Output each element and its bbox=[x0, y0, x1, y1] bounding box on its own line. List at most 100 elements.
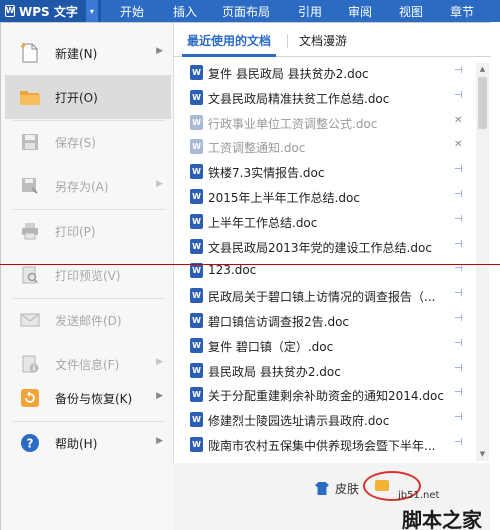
recent-file-row[interactable]: W 修建烈士陵园选址请示县政府.doc ⊣ bbox=[174, 407, 474, 432]
scroll-up-icon[interactable]: ▲ bbox=[476, 63, 489, 76]
menu-item-label: 帮助(H) bbox=[55, 436, 98, 451]
menu-item-label: 发送邮件(D) bbox=[55, 313, 122, 328]
chevron-down-icon[interactable]: ▾ bbox=[85, 0, 98, 22]
watermark-url: jb51.net bbox=[398, 490, 440, 501]
recent-list-scrollbar[interactable]: ▲ ▼ bbox=[476, 63, 489, 461]
info-icon bbox=[19, 353, 41, 375]
menu-bar: W WPS 文字 ▾ 开始 插入 页面布局 引用 审阅 视图 章节 bbox=[0, 0, 500, 22]
pin-icon[interactable]: ⊣ bbox=[454, 338, 463, 349]
pin-icon[interactable]: ⊣ bbox=[454, 313, 463, 324]
menu-item-label: 新建(N) bbox=[55, 46, 98, 61]
menu-item-label: 文件信息(F) bbox=[55, 357, 120, 372]
file-menu-panel: 新建(N) ▶ 打开(O) 保存(S) 另存为(A) ▶ 打印(P) 打印预览(… bbox=[0, 22, 491, 530]
recent-file-row[interactable]: W 文县民政局精准扶贫工作总结.doc ⊣ bbox=[174, 85, 474, 110]
pin-icon[interactable]: ⊣ bbox=[454, 288, 463, 299]
pin-icon[interactable]: ⊣ bbox=[454, 90, 463, 101]
word-document-icon: W bbox=[190, 189, 203, 204]
print-preview-icon bbox=[19, 264, 41, 286]
word-document-icon: W bbox=[190, 437, 203, 452]
pin-icon[interactable]: ⊣ bbox=[454, 214, 463, 225]
word-document-icon: W bbox=[190, 89, 203, 105]
menu-item-help[interactable]: ? 帮助(H) ▶ bbox=[5, 421, 171, 465]
word-document-icon: W bbox=[190, 213, 203, 229]
skin-label: 皮肤 bbox=[335, 482, 360, 496]
word-document-icon: W bbox=[190, 288, 203, 304]
chevron-right-icon: ▶ bbox=[156, 391, 163, 401]
recent-file-name: 县民政局 县扶贫办2.doc bbox=[208, 364, 341, 379]
pin-icon[interactable]: ⊣ bbox=[454, 65, 463, 76]
word-document-icon: W bbox=[190, 164, 203, 180]
word-document-icon: W bbox=[190, 387, 203, 403]
tab-divider bbox=[287, 34, 288, 48]
recent-file-name: 123.doc bbox=[208, 263, 257, 278]
skin-button[interactable]: 皮肤 bbox=[315, 480, 359, 497]
save-as-icon bbox=[19, 175, 41, 197]
pin-icon[interactable]: ⊣ bbox=[454, 263, 463, 274]
menu-item-print[interactable]: 打印(P) bbox=[5, 209, 171, 253]
remove-icon[interactable]: ✕ bbox=[454, 115, 462, 126]
recent-file-row[interactable]: W 2015年上半年工作总结.doc ⊣ bbox=[174, 184, 474, 209]
menu-item-save[interactable]: 保存(S) bbox=[5, 120, 171, 164]
tab-sections[interactable]: 章节 bbox=[450, 0, 474, 22]
recent-file-row[interactable]: W 工资调整通知.doc ✕ bbox=[174, 134, 474, 159]
pin-icon[interactable]: ⊣ bbox=[454, 189, 463, 200]
tab-page-layout[interactable]: 页面布局 bbox=[222, 0, 270, 22]
remove-icon[interactable]: ✕ bbox=[454, 139, 462, 150]
word-document-icon: W bbox=[190, 139, 203, 155]
pin-icon[interactable]: ⊣ bbox=[454, 437, 463, 448]
menu-item-save-as[interactable]: 另存为(A) ▶ bbox=[5, 164, 171, 208]
recent-file-row[interactable]: W 复件 碧口镇（定）.doc ⊣ bbox=[174, 333, 474, 358]
recent-file-row[interactable]: W 关于分配重建剩余补助资金的通知2014.doc ⊣ bbox=[174, 382, 474, 407]
recent-file-row[interactable]: W 复件 县民政局 县扶贫办2.doc ⊣ bbox=[174, 60, 474, 85]
recent-file-row[interactable]: W 123.doc ⊣ bbox=[174, 258, 474, 283]
recent-tabs: 最近使用的文档 文档漫游 bbox=[174, 23, 491, 57]
tab-review[interactable]: 审阅 bbox=[348, 0, 372, 22]
menu-item-send-mail[interactable]: 发送邮件(D) bbox=[5, 298, 171, 342]
word-document-icon: W bbox=[190, 412, 203, 428]
recent-file-name: 工资调整通知.doc bbox=[208, 141, 306, 156]
word-document-icon: W bbox=[190, 362, 203, 378]
tab-view[interactable]: 视图 bbox=[399, 0, 423, 22]
pin-icon[interactable]: ⊣ bbox=[454, 164, 463, 175]
menu-item-label: 打开(O) bbox=[55, 90, 98, 105]
recent-file-name: 民政局关于碧口镇上访情况的调查报告（... bbox=[208, 290, 436, 305]
recent-file-name: 2015年上半年工作总结.doc bbox=[208, 191, 360, 205]
recent-file-name: 文县民政局精准扶贫工作总结.doc bbox=[208, 91, 390, 106]
pin-icon[interactable]: ⊣ bbox=[454, 363, 463, 374]
menu-item-new[interactable]: 新建(N) ▶ bbox=[5, 31, 171, 75]
menu-item-label: 打印预览(V) bbox=[55, 268, 121, 283]
menu-item-open[interactable]: 打开(O) bbox=[5, 75, 171, 119]
tab-recent-documents[interactable]: 最近使用的文档 bbox=[187, 32, 271, 49]
recent-file-name: 复件 县民政局 县扶贫办2.doc bbox=[208, 67, 369, 81]
scrollbar-thumb[interactable] bbox=[478, 77, 487, 129]
pin-icon[interactable]: ⊣ bbox=[454, 387, 463, 398]
menu-item-label: 打印(P) bbox=[55, 224, 96, 239]
svg-text:?: ? bbox=[27, 437, 34, 451]
recent-file-row[interactable]: W 民政局关于碧口镇上访情况的调查报告（... ⊣ bbox=[174, 283, 474, 308]
menu-item-print-preview[interactable]: 打印预览(V) bbox=[5, 253, 171, 297]
open-folder-icon bbox=[19, 86, 41, 108]
save-icon bbox=[19, 131, 41, 153]
mail-icon bbox=[19, 309, 41, 331]
recent-file-row[interactable]: W 碧口镇信访调查报2告.doc ⊣ bbox=[174, 308, 474, 333]
pin-icon[interactable]: ⊣ bbox=[454, 412, 463, 423]
tab-insert[interactable]: 插入 bbox=[173, 0, 197, 22]
word-document-icon: W bbox=[190, 337, 203, 353]
tab-references[interactable]: 引用 bbox=[298, 0, 322, 22]
gift-icon[interactable] bbox=[375, 480, 389, 491]
tab-home[interactable]: 开始 bbox=[120, 0, 144, 22]
red-guide-line bbox=[0, 264, 500, 265]
recent-file-row[interactable]: W 文县民政局2013年党的建设工作总结.doc ⊣ bbox=[174, 234, 474, 259]
recent-file-row[interactable]: W 上半年工作总结.doc ⊣ bbox=[174, 209, 474, 234]
recent-file-row[interactable]: W 陇南市农村五保集中供养现场会暨下半年... ⊣ bbox=[174, 432, 474, 457]
recent-file-row[interactable]: W 县民政局 县扶贫办2.doc ⊣ bbox=[174, 358, 474, 383]
pin-icon[interactable]: ⊣ bbox=[454, 239, 463, 250]
menu-item-backup-restore[interactable]: 备份与恢复(K) ▶ bbox=[5, 376, 171, 420]
recent-file-row[interactable]: W 行政事业单位工资调整公式.doc ✕ bbox=[174, 110, 474, 135]
recent-file-row[interactable]: W 铁楼7.3实情报告.doc ⊣ bbox=[174, 159, 474, 184]
scroll-down-icon[interactable]: ▼ bbox=[476, 448, 489, 461]
chevron-right-icon: ▶ bbox=[156, 436, 163, 446]
tab-document-roaming[interactable]: 文档漫游 bbox=[299, 32, 347, 49]
recent-file-name: 行政事业单位工资调整公式.doc bbox=[208, 116, 378, 131]
wps-app-button[interactable]: W WPS 文字 ▾ bbox=[0, 0, 101, 22]
